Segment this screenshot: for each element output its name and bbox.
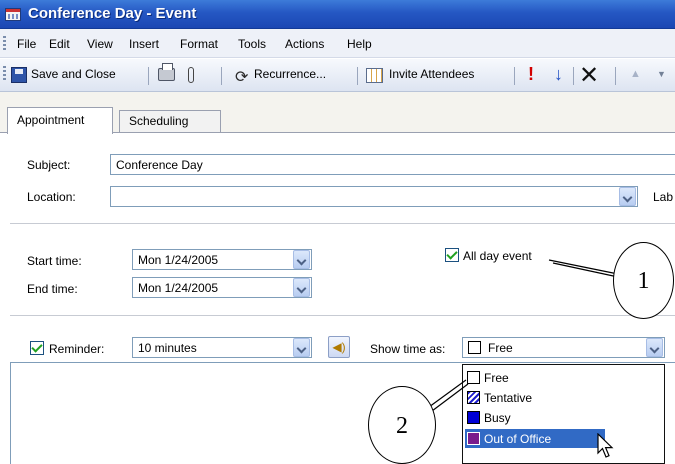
tab-appointment[interactable]: Appointment — [7, 107, 113, 134]
callout-leaders — [428, 259, 619, 412]
callout-1: 1 — [613, 242, 674, 319]
callout-2: 2 — [368, 386, 436, 464]
